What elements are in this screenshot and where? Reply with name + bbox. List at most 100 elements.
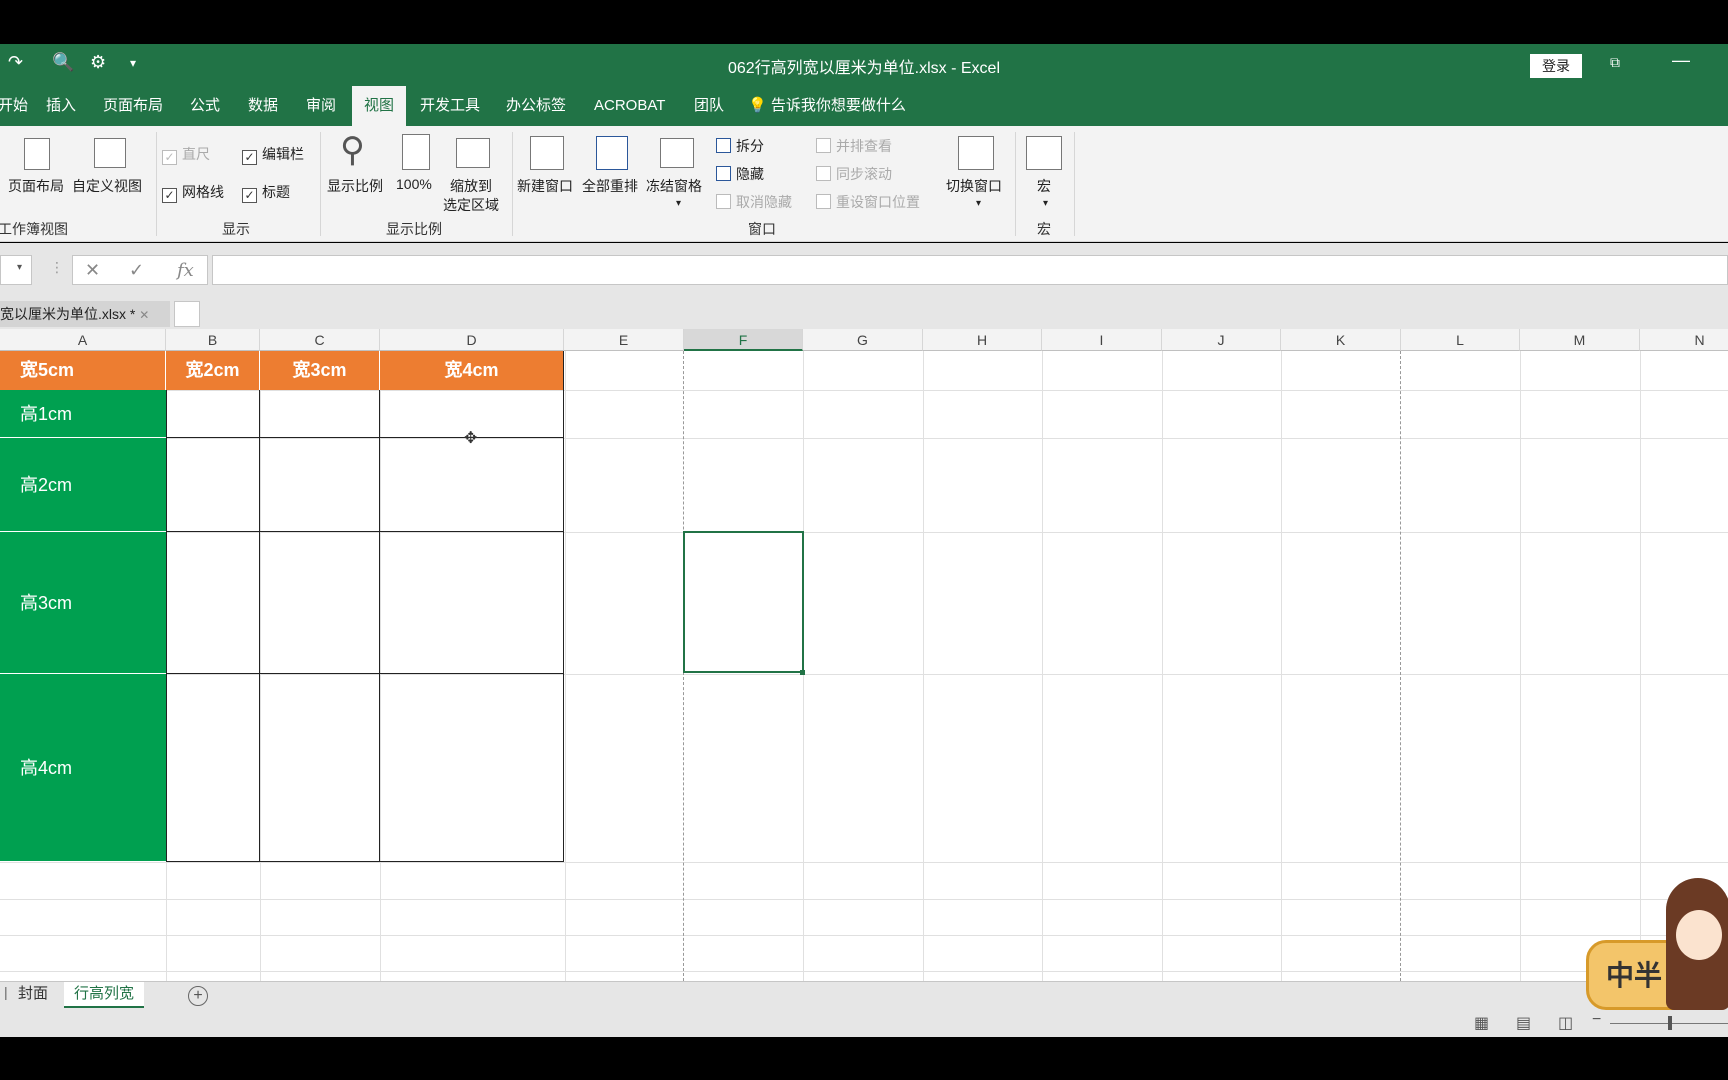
minimize-icon[interactable]: — xyxy=(1672,50,1690,71)
column-header-c[interactable]: C xyxy=(260,329,380,351)
table-row-header-cell[interactable]: 高1cm xyxy=(0,390,166,438)
gridlines-checkbox[interactable]: ✓ 网格线 xyxy=(162,182,224,203)
zoom-slider-thumb[interactable] xyxy=(1668,1016,1672,1030)
sheet-tab-row-col[interactable]: 行高列宽 xyxy=(64,982,145,1008)
zoom-to-selection-button-line1[interactable]: 缩放到 xyxy=(450,176,492,196)
tell-me-search[interactable]: 💡 告诉我你想要做什么 xyxy=(748,86,906,126)
table-header-cell[interactable]: 宽3cm xyxy=(260,351,380,390)
login-button[interactable]: 登录 xyxy=(1530,54,1582,78)
column-header-g[interactable]: G xyxy=(803,329,923,351)
new-window-icon xyxy=(530,136,564,170)
zoom-out-icon[interactable]: − xyxy=(1592,1011,1601,1029)
new-window-button[interactable]: 新建窗口 xyxy=(517,176,573,196)
macros-button[interactable]: 宏 xyxy=(1037,176,1051,196)
table-header-cell[interactable]: 宽5cm xyxy=(0,351,166,390)
splitter-handle-icon[interactable]: ⋮ xyxy=(50,259,64,276)
tab-office-tab[interactable]: 办公标签 xyxy=(494,86,578,126)
table-cell[interactable] xyxy=(260,674,380,862)
document-tab[interactable]: 宽以厘米为单位.xlsx * ✕ xyxy=(0,301,170,327)
split-label: 拆分 xyxy=(736,138,764,154)
column-header-a[interactable]: A xyxy=(0,329,166,351)
zoom-button[interactable]: 显示比例 xyxy=(327,176,383,196)
tab-data[interactable]: 数据 xyxy=(236,86,290,126)
page-break-preview-icon[interactable]: ◫ xyxy=(1558,1013,1573,1033)
close-icon[interactable]: ✕ xyxy=(139,308,149,322)
zoom-to-selection-button-line2[interactable]: 选定区域 xyxy=(443,195,499,215)
hide-button[interactable]: 隐藏 xyxy=(716,164,764,184)
enter-icon[interactable]: ✓ xyxy=(129,260,144,281)
freeze-panes-button[interactable]: 冻结窗格 xyxy=(646,176,702,196)
sheet-tab-cover[interactable]: 封面 xyxy=(8,982,58,1008)
table-cell[interactable] xyxy=(380,532,564,674)
group-divider xyxy=(1015,132,1016,236)
worksheet-grid[interactable]: A B C D E F G H I J K L M N 宽5cm 宽2cm 宽3… xyxy=(0,329,1728,981)
tab-review[interactable]: 审阅 xyxy=(294,86,348,126)
arrange-all-button[interactable]: 全部重排 xyxy=(582,176,638,196)
column-header-d[interactable]: D xyxy=(380,329,564,351)
table-cell[interactable] xyxy=(166,532,260,674)
formula-input[interactable] xyxy=(212,255,1728,285)
tab-insert[interactable]: 插入 xyxy=(34,86,88,126)
ruler-checkbox[interactable]: ✓ 直尺 xyxy=(162,144,210,165)
tab-view[interactable]: 视图 xyxy=(352,86,407,126)
checkbox-icon: ✓ xyxy=(162,150,177,165)
group-label-show: 显示 xyxy=(222,221,250,237)
tab-page-layout[interactable]: 页面布局 xyxy=(91,86,175,126)
table-row-header-cell[interactable]: 高2cm xyxy=(0,438,166,532)
table-cell[interactable] xyxy=(166,438,260,532)
view-side-by-side-button[interactable]: 并排查看 xyxy=(816,136,892,156)
page-layout-view-icon[interactable]: ▤ xyxy=(1516,1013,1531,1033)
tab-developer[interactable]: 开发工具 xyxy=(408,86,492,126)
reset-position-label: 重设窗口位置 xyxy=(836,194,920,210)
table-cell[interactable] xyxy=(260,438,380,532)
split-button[interactable]: 拆分 xyxy=(716,136,764,156)
cursor-cross-icon: ✥ xyxy=(464,430,478,447)
table-header-cell[interactable]: 宽4cm xyxy=(380,351,564,390)
table-row-header-cell[interactable]: 高3cm xyxy=(0,532,166,674)
column-header-i[interactable]: I xyxy=(1042,329,1162,351)
column-header-b[interactable]: B xyxy=(166,329,260,351)
column-header-f[interactable]: F xyxy=(684,329,803,351)
formula-bar-checkbox[interactable]: ✓ 编辑栏 xyxy=(242,144,304,165)
column-header-m[interactable]: M xyxy=(1520,329,1640,351)
gridline xyxy=(1042,351,1043,981)
headings-checkbox[interactable]: ✓ 标题 xyxy=(242,182,290,203)
insert-function-icon[interactable]: fx xyxy=(177,260,194,281)
switch-windows-button[interactable]: 切换窗口 xyxy=(946,176,1002,196)
add-sheet-button[interactable]: + xyxy=(188,986,208,1006)
page-layout-view-button[interactable]: 页面布局 xyxy=(8,176,64,196)
synchronous-scrolling-button[interactable]: 同步滚动 xyxy=(816,164,892,184)
column-header-h[interactable]: H xyxy=(923,329,1042,351)
cancel-icon[interactable]: ✕ xyxy=(85,260,100,281)
chevron-down-icon[interactable]: ▾ xyxy=(17,262,22,273)
ribbon-display-options-icon[interactable]: ⧉ xyxy=(1610,54,1620,71)
group-label-workbook-views: 工作簿视图 xyxy=(0,221,68,237)
column-header-j[interactable]: J xyxy=(1162,329,1281,351)
zoom-100-button[interactable]: 100% xyxy=(396,176,432,192)
hide-icon xyxy=(716,166,731,181)
new-document-tab-button[interactable] xyxy=(174,301,200,327)
tab-formulas[interactable]: 公式 xyxy=(178,86,232,126)
table-cell[interactable] xyxy=(380,438,564,532)
table-row-header-cell[interactable]: 高4cm xyxy=(0,674,166,862)
table-cell[interactable] xyxy=(260,532,380,674)
reset-window-position-button[interactable]: 重设窗口位置 xyxy=(816,192,920,212)
table-cell[interactable] xyxy=(166,390,260,438)
lightbulb-icon: 💡 xyxy=(748,97,767,114)
unhide-button[interactable]: 取消隐藏 xyxy=(716,192,792,212)
column-header-n[interactable]: N xyxy=(1640,329,1728,351)
table-cell[interactable] xyxy=(380,674,564,862)
custom-views-button[interactable]: 自定义视图 xyxy=(72,176,142,196)
column-header-l[interactable]: L xyxy=(1401,329,1520,351)
table-cell[interactable] xyxy=(260,390,380,438)
column-header-k[interactable]: K xyxy=(1281,329,1401,351)
table-cell[interactable] xyxy=(166,674,260,862)
table-header-cell[interactable]: 宽2cm xyxy=(166,351,260,390)
name-box[interactable]: ▾ xyxy=(0,255,32,285)
normal-view-icon[interactable]: ▦ xyxy=(1474,1013,1489,1033)
tab-team[interactable]: 团队 xyxy=(682,86,736,126)
tab-acrobat[interactable]: ACROBAT xyxy=(582,86,677,126)
column-header-e[interactable]: E xyxy=(564,329,684,351)
fill-handle[interactable] xyxy=(800,670,805,675)
active-cell[interactable] xyxy=(683,531,804,673)
